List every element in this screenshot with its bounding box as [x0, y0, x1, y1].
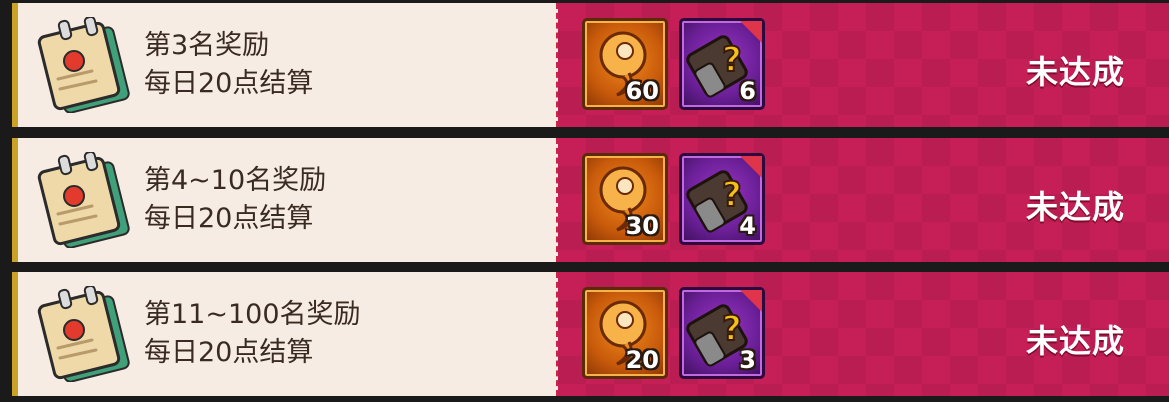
- calendar-icon: [37, 152, 130, 248]
- status-not-achieved-label: 未达成: [1025, 322, 1125, 360]
- reward-quantity: 3: [739, 346, 756, 374]
- svg-text:?: ?: [722, 40, 742, 80]
- reward-info-panel: 第11~100名奖励 每日20点结算: [12, 272, 558, 396]
- ranking-reward-list: 第3名奖励 每日20点结算 60 ? 6 未达成 第4~10名奖励 每日20点结…: [0, 0, 1169, 402]
- settlement-time-text: 每日20点结算: [144, 337, 314, 368]
- reward-row: 第4~10名奖励 每日20点结算 30 ? 4 未达成: [12, 138, 1169, 262]
- settlement-time-text: 每日20点结算: [144, 68, 314, 99]
- reward-items-panel: 20 ? 3 未达成: [558, 272, 1169, 396]
- svg-text:?: ?: [722, 175, 742, 215]
- status-not-achieved-label: 未达成: [1025, 53, 1125, 91]
- reward-items-panel: 30 ? 4 未达成: [558, 138, 1169, 262]
- reward-quantity: 30: [625, 212, 659, 240]
- reward-quantity: 4: [739, 212, 756, 240]
- reward-item-slot[interactable]: 60: [582, 18, 668, 110]
- reward-item-slot[interactable]: 30: [582, 153, 668, 245]
- reward-quantity: 6: [739, 77, 756, 105]
- reward-item-slot[interactable]: ? 4: [679, 153, 765, 245]
- reward-items-panel: 60 ? 6 未达成: [558, 3, 1169, 127]
- reward-tier-title: 第11~100名奖励: [144, 299, 361, 330]
- reward-row: 第11~100名奖励 每日20点结算 20 ? 3 未达成: [12, 272, 1169, 396]
- reward-tier-title: 第4~10名奖励: [144, 165, 327, 196]
- reward-quantity: 60: [625, 77, 659, 105]
- reward-item-slot[interactable]: ? 3: [679, 287, 765, 379]
- status-not-achieved-label: 未达成: [1025, 188, 1125, 226]
- reward-item-slot[interactable]: 20: [582, 287, 668, 379]
- svg-text:?: ?: [722, 309, 742, 349]
- calendar-icon: [37, 286, 130, 382]
- settlement-time-text: 每日20点结算: [144, 203, 314, 234]
- reward-tier-title: 第3名奖励: [144, 30, 270, 61]
- reward-row: 第3名奖励 每日20点结算 60 ? 6 未达成: [12, 3, 1169, 127]
- reward-quantity: 20: [625, 346, 659, 374]
- calendar-icon: [37, 17, 130, 113]
- reward-item-slot[interactable]: ? 6: [679, 18, 765, 110]
- reward-info-panel: 第3名奖励 每日20点结算: [12, 3, 558, 127]
- reward-info-panel: 第4~10名奖励 每日20点结算: [12, 138, 558, 262]
